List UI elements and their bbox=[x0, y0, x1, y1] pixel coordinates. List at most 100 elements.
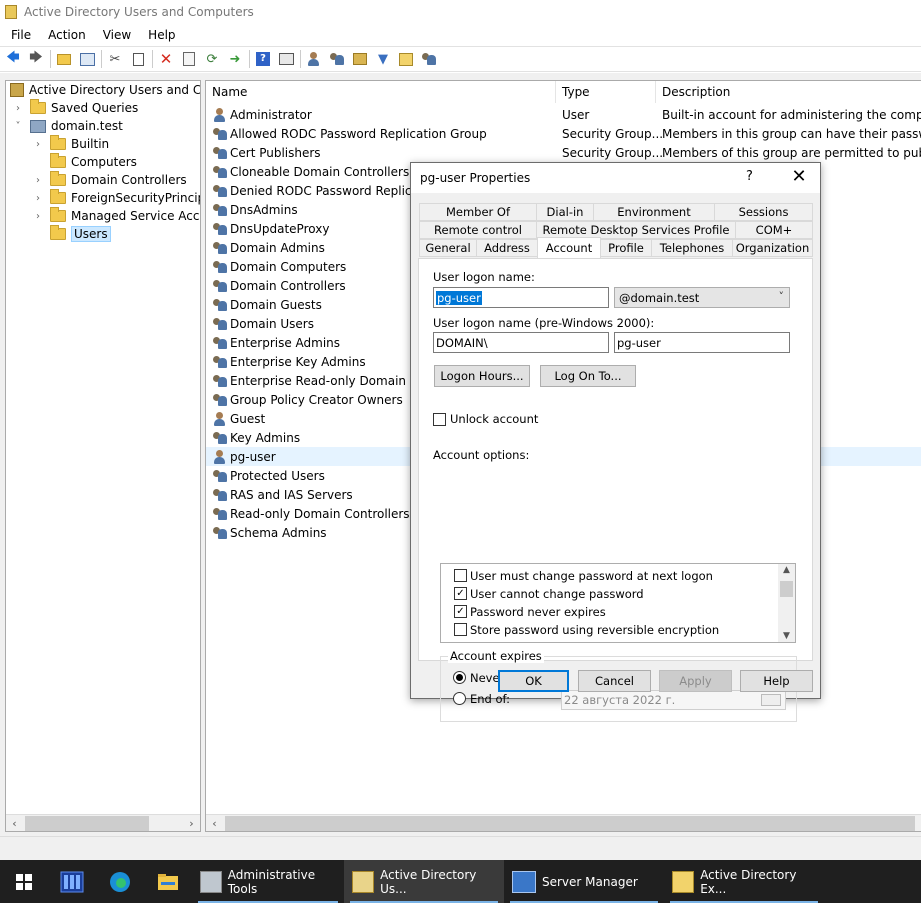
tab-remote-control[interactable]: Remote control bbox=[419, 221, 537, 239]
unlock-account-checkbox[interactable] bbox=[433, 413, 446, 426]
new-group-icon[interactable] bbox=[328, 50, 346, 68]
menu-file[interactable]: File bbox=[5, 28, 37, 42]
ad-explorer-icon bbox=[672, 870, 695, 893]
account-option-checkbox[interactable] bbox=[454, 569, 467, 582]
menu-bar: File Action View Help bbox=[0, 24, 921, 45]
list-row[interactable]: Allowed RODC Password Replication Group S… bbox=[206, 124, 921, 143]
tree-item-domain[interactable]: ˅ domain.test bbox=[12, 117, 123, 135]
account-option-checkbox[interactable]: ✓ bbox=[454, 605, 467, 618]
menu-view[interactable]: View bbox=[97, 28, 137, 42]
forward-arrow-icon[interactable]: 🡆 bbox=[27, 50, 45, 68]
tab-sessions[interactable]: Sessions bbox=[714, 203, 813, 221]
user-icon bbox=[212, 107, 228, 122]
account-option-checkbox[interactable] bbox=[454, 623, 467, 636]
options-vertical-scrollbar[interactable]: ▲ ▼ bbox=[778, 564, 795, 642]
refresh-icon[interactable]: ⟳ bbox=[203, 50, 221, 68]
apply-button[interactable]: Apply bbox=[659, 670, 732, 692]
calendar-icon[interactable] bbox=[761, 694, 781, 706]
add-to-group-icon[interactable] bbox=[420, 50, 438, 68]
back-arrow-icon[interactable]: 🡄 bbox=[4, 50, 22, 68]
tab-organization[interactable]: Organization bbox=[732, 239, 813, 257]
filter-icon[interactable]: ▼ bbox=[374, 50, 392, 68]
expiry-date-picker[interactable]: 22 августа 2022 г. bbox=[561, 690, 786, 710]
edge-browser-button[interactable] bbox=[96, 860, 144, 903]
tree-horizontal-scrollbar[interactable]: ‹ › bbox=[6, 814, 200, 831]
close-icon[interactable]: ✕ bbox=[787, 166, 811, 187]
tree-item-managed-service-accounts[interactable]: › Managed Service Accour bbox=[32, 207, 200, 225]
cut-icon[interactable]: ✂ bbox=[106, 50, 124, 68]
pre2000-username-input[interactable]: pg-user bbox=[614, 332, 790, 353]
column-header-name[interactable]: Name bbox=[206, 81, 556, 103]
start-button[interactable] bbox=[0, 860, 48, 903]
menu-help[interactable]: Help bbox=[142, 28, 181, 42]
cancel-button[interactable]: Cancel bbox=[578, 670, 651, 692]
account-option-checkbox[interactable]: ✓ bbox=[454, 587, 467, 600]
help-button[interactable]: Help bbox=[740, 670, 813, 692]
chevron-right-icon[interactable]: › bbox=[32, 175, 44, 186]
tree-item-builtin[interactable]: › Builtin bbox=[32, 135, 109, 153]
logon-name-input[interactable]: pg-user bbox=[433, 287, 609, 308]
logon-hours-button[interactable]: Logon Hours... bbox=[434, 365, 530, 387]
taskbar-item-active-directory-users[interactable]: Active Directory Us... bbox=[344, 860, 504, 903]
tree-item-foreign-security-principals[interactable]: › ForeignSecurityPrincipals bbox=[32, 189, 200, 207]
new-ou-icon[interactable] bbox=[351, 50, 369, 68]
tab-com-plus[interactable]: COM+ bbox=[735, 221, 813, 239]
scrollbar-thumb[interactable] bbox=[225, 815, 915, 831]
log-on-to-button[interactable]: Log On To... bbox=[540, 365, 636, 387]
column-header-type[interactable]: Type bbox=[556, 81, 656, 103]
tab-environment[interactable]: Environment bbox=[593, 203, 715, 221]
tree-item-computers[interactable]: Computers bbox=[32, 153, 137, 171]
menu-action[interactable]: Action bbox=[42, 28, 92, 42]
tab-dial-in[interactable]: Dial-in bbox=[536, 203, 594, 221]
chevron-right-icon[interactable]: › bbox=[32, 211, 44, 222]
list-horizontal-scrollbar[interactable]: ‹ bbox=[206, 814, 921, 831]
scroll-up-icon[interactable]: ▲ bbox=[778, 565, 795, 575]
tab-general[interactable]: General bbox=[419, 239, 477, 257]
tab-telephones[interactable]: Telephones bbox=[651, 239, 733, 257]
scroll-left-icon[interactable]: ‹ bbox=[206, 817, 223, 830]
tree-item-saved-queries[interactable]: › Saved Queries bbox=[12, 99, 138, 117]
delete-icon[interactable]: ✕ bbox=[157, 50, 175, 68]
task-view-button[interactable] bbox=[48, 860, 96, 903]
group-icon bbox=[212, 355, 228, 369]
list-row[interactable]: Cert Publishers Security Group... Members … bbox=[206, 143, 921, 162]
export-list-icon[interactable]: ➜ bbox=[226, 50, 244, 68]
tree-root[interactable]: Active Directory Users and Com bbox=[10, 81, 200, 99]
list-row[interactable]: Administrator User Built-in account for ad… bbox=[206, 105, 921, 124]
tree-item-users[interactable]: Users bbox=[32, 225, 111, 243]
account-expires-legend: Account expires bbox=[448, 649, 544, 663]
tab-address[interactable]: Address bbox=[476, 239, 538, 257]
chevron-right-icon[interactable]: › bbox=[32, 139, 44, 150]
up-folder-icon[interactable] bbox=[55, 50, 73, 68]
chevron-down-icon[interactable]: ˅ bbox=[12, 121, 24, 132]
taskbar-item-administrative-tools[interactable]: Administrative Tools bbox=[192, 860, 344, 903]
show-hide-tree-icon[interactable] bbox=[78, 50, 96, 68]
expires-never-radio[interactable] bbox=[453, 671, 466, 684]
scrollbar-thumb[interactable] bbox=[780, 581, 793, 597]
tree-item-domain-controllers[interactable]: › Domain Controllers bbox=[32, 171, 187, 189]
chevron-right-icon[interactable]: › bbox=[32, 193, 44, 204]
tab-member-of[interactable]: Member Of bbox=[419, 203, 537, 221]
scroll-right-icon[interactable]: › bbox=[183, 817, 200, 830]
copy-icon[interactable] bbox=[129, 50, 147, 68]
tab-account[interactable]: Account bbox=[537, 237, 601, 258]
column-header-description[interactable]: Description bbox=[656, 81, 921, 103]
ok-button[interactable]: OK bbox=[498, 670, 569, 692]
help-icon[interactable]: ? bbox=[254, 50, 272, 68]
expires-end-of-radio[interactable] bbox=[453, 692, 466, 705]
console-tree-icon[interactable] bbox=[277, 50, 295, 68]
scrollbar-thumb[interactable] bbox=[25, 815, 149, 831]
help-question-icon[interactable]: ? bbox=[746, 169, 753, 184]
scroll-left-icon[interactable]: ‹ bbox=[6, 817, 23, 830]
scroll-down-icon[interactable]: ▼ bbox=[778, 631, 795, 641]
properties-icon[interactable] bbox=[180, 50, 198, 68]
taskbar-item-server-manager[interactable]: Server Manager bbox=[504, 860, 664, 903]
file-explorer-button[interactable] bbox=[144, 860, 192, 903]
find-icon[interactable] bbox=[397, 50, 415, 68]
taskbar-item-active-directory-explorer[interactable]: Active Directory Ex... bbox=[664, 860, 824, 903]
new-user-icon[interactable] bbox=[305, 50, 323, 68]
tab-profile[interactable]: Profile bbox=[600, 239, 652, 257]
upn-suffix-select[interactable]: @domain.test ˅ bbox=[614, 287, 790, 308]
edge-icon bbox=[110, 871, 130, 892]
chevron-right-icon[interactable]: › bbox=[12, 103, 24, 114]
